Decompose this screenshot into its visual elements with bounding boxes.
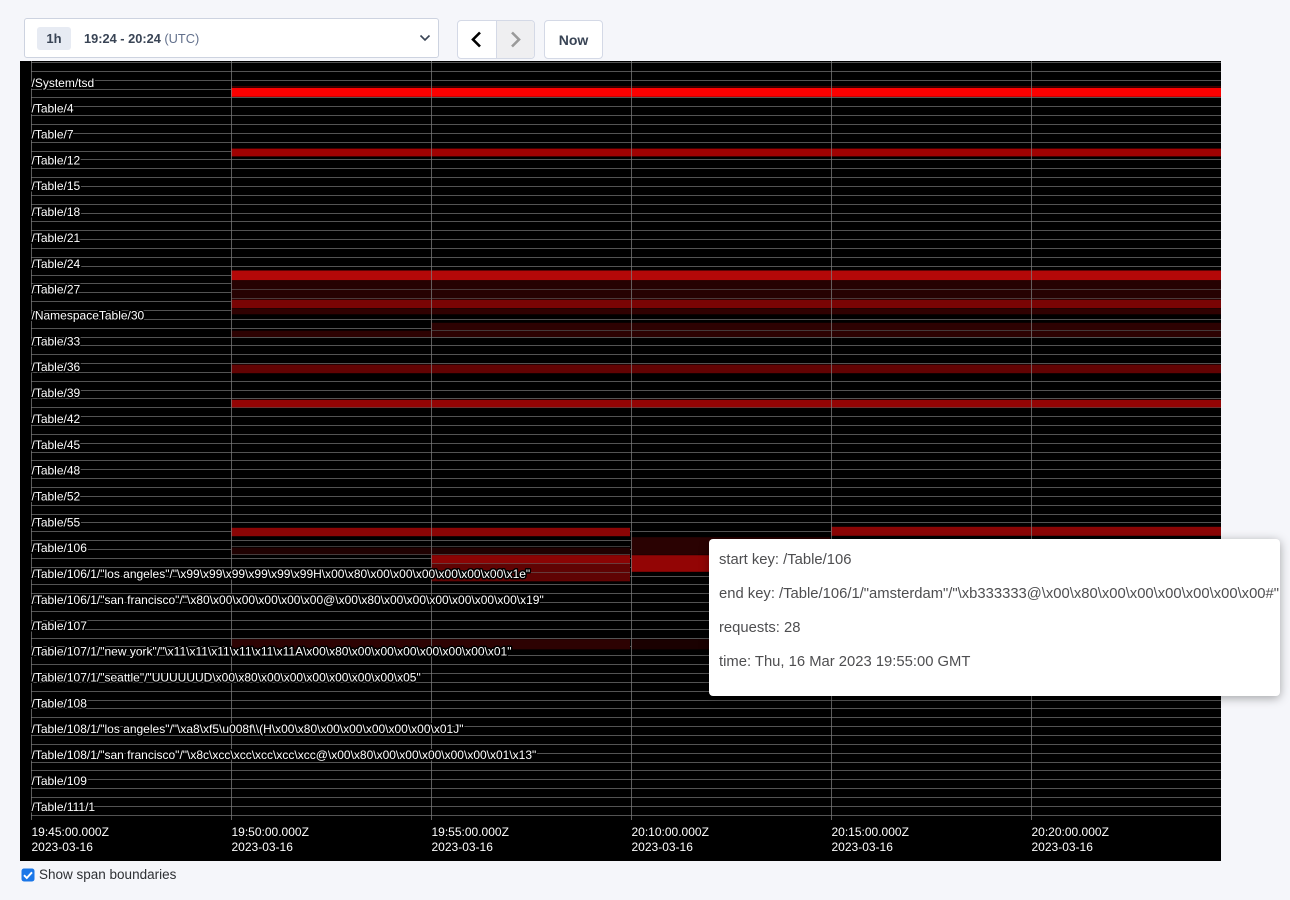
svg-text:19:45:00.000Z: 19:45:00.000Z [32,825,109,839]
svg-text:/Table/48: /Table/48 [32,464,81,478]
svg-text:2023-03-16: 2023-03-16 [832,840,894,854]
svg-text:/Table/33: /Table/33 [32,334,81,348]
svg-text:/Table/106/1/"los angeles"/"\x: /Table/106/1/"los angeles"/"\x99\x99\x99… [32,567,531,581]
svg-text:2023-03-16: 2023-03-16 [1032,840,1094,854]
svg-text:/Table/108: /Table/108 [32,696,88,710]
svg-text:/Table/109: /Table/109 [32,774,88,788]
svg-text:19:55:00.000Z: 19:55:00.000Z [432,825,509,839]
svg-text:/Table/42: /Table/42 [32,412,81,426]
svg-text:20:20:00.000Z: 20:20:00.000Z [1032,825,1109,839]
svg-text:2023-03-16: 2023-03-16 [632,840,694,854]
svg-text:/Table/21: /Table/21 [32,231,81,245]
svg-text:/Table/107/1/"new york"/"\x11\: /Table/107/1/"new york"/"\x11\x11\x11\x1… [32,645,512,659]
svg-text:/Table/52: /Table/52 [32,490,81,504]
svg-text:/Table/106/1/"san francisco"/": /Table/106/1/"san francisco"/"\x80\x00\x… [32,593,544,607]
svg-text:/Table/108/1/"los angeles"/"\x: /Table/108/1/"los angeles"/"\xa8\xf5\u00… [32,722,464,736]
svg-text:20:15:00.000Z: 20:15:00.000Z [832,825,909,839]
svg-text:/Table/12: /Table/12 [32,153,81,167]
svg-text:2023-03-16: 2023-03-16 [232,840,294,854]
svg-text:/Table/55: /Table/55 [32,515,81,529]
svg-text:/Table/24: /Table/24 [32,257,81,271]
svg-text:/Table/106: /Table/106 [32,541,88,555]
svg-text:2023-03-16: 2023-03-16 [32,840,94,854]
svg-text:/System/tsd: /System/tsd [32,76,95,90]
svg-text:2023-03-16: 2023-03-16 [432,840,494,854]
svg-text:/Table/36: /Table/36 [32,360,81,374]
svg-text:/Table/39: /Table/39 [32,386,81,400]
svg-text:/Table/7: /Table/7 [32,128,74,142]
svg-text:/Table/107: /Table/107 [32,619,88,633]
svg-text:/Table/111/1: /Table/111/1 [32,800,96,814]
svg-text:/Table/4: /Table/4 [32,102,74,116]
svg-text:/Table/18: /Table/18 [32,205,81,219]
svg-text:/Table/108/1/"san francisco"/": /Table/108/1/"san francisco"/"\x8c\xcc\x… [32,748,537,762]
svg-text:/Table/45: /Table/45 [32,438,81,452]
svg-text:/Table/107/1/"seattle"/"UUUUUU: /Table/107/1/"seattle"/"UUUUUUD\x00\x80\… [32,671,421,685]
svg-text:/NamespaceTable/30: /NamespaceTable/30 [32,309,145,323]
svg-text:19:50:00.000Z: 19:50:00.000Z [232,825,309,839]
svg-text:/Table/27: /Table/27 [32,283,81,297]
svg-text:/Table/15: /Table/15 [32,179,81,193]
svg-text:20:10:00.000Z: 20:10:00.000Z [632,825,709,839]
